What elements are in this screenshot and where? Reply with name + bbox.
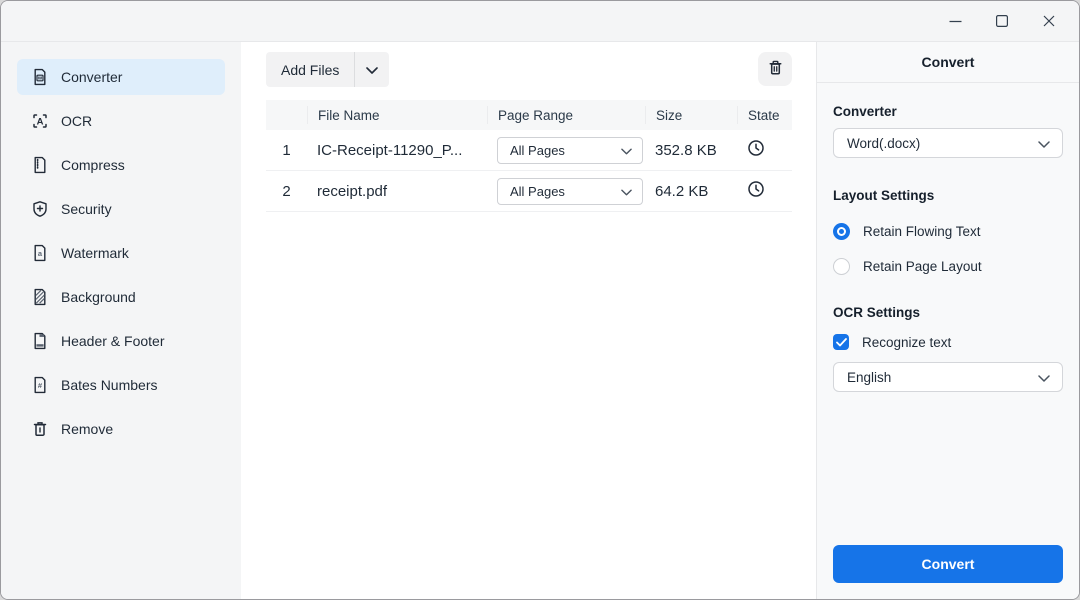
chevron-down-icon: [621, 184, 632, 199]
sidebar-item-security[interactable]: Security: [17, 191, 225, 227]
close-icon: [1043, 15, 1055, 27]
minimize-icon: [949, 15, 962, 28]
convert-settings-panel: Convert Converter Word(.docx) Layout Set…: [816, 42, 1079, 599]
svg-text:a: a: [38, 249, 43, 258]
row-state: [737, 139, 792, 161]
sidebar-item-label: Bates Numbers: [61, 377, 158, 393]
row-state: [737, 180, 792, 202]
panel-title: Convert: [817, 42, 1079, 83]
maximize-icon: [996, 15, 1008, 27]
svg-text:#: #: [38, 381, 43, 390]
sidebar-item-label: Security: [61, 201, 112, 217]
add-files-split-button[interactable]: Add Files: [266, 52, 390, 87]
add-files-label[interactable]: Add Files: [266, 52, 354, 87]
radio-label: Retain Page Layout: [863, 259, 982, 274]
row-index: 1: [282, 141, 291, 159]
app-window: w Converter A OCR Compress Security a Wa…: [0, 0, 1080, 600]
radio-label: Retain Flowing Text: [863, 224, 981, 239]
sidebar-item-label: OCR: [61, 113, 93, 129]
pending-clock-icon: [747, 139, 765, 161]
delete-files-button[interactable]: [758, 52, 792, 86]
file-toolbar: Add Files: [241, 42, 816, 87]
svg-text:w: w: [37, 76, 43, 82]
chevron-down-icon: [1038, 370, 1050, 385]
page-range-value: All Pages: [510, 142, 565, 158]
row-page-range-cell: All Pages: [487, 136, 645, 164]
titlebar: [1, 1, 1079, 42]
header-file-name: File Name: [307, 106, 487, 124]
sidebar: w Converter A OCR Compress Security a Wa…: [1, 42, 241, 599]
trash-icon: [766, 58, 785, 80]
header-page-range: Page Range: [487, 106, 645, 124]
radio-unselected-icon[interactable]: [833, 258, 850, 275]
sidebar-item-watermark[interactable]: a Watermark: [17, 235, 225, 271]
sidebar-item-label: Converter: [61, 69, 123, 85]
sidebar-item-header-footer[interactable]: Header & Footer: [17, 323, 225, 359]
ocr-scan-icon: A: [30, 111, 50, 131]
zip-document-icon: [30, 155, 50, 175]
background-document-icon: [30, 287, 50, 307]
page-range-select[interactable]: All Pages: [497, 136, 643, 164]
watermark-document-icon: a: [30, 243, 50, 263]
header-index: [266, 106, 307, 124]
convert-button[interactable]: Convert: [833, 545, 1063, 583]
converter-format-value: Word(.docx): [847, 135, 921, 151]
header-size: Size: [645, 106, 737, 124]
row-size: 352.8 KB: [655, 141, 717, 159]
sidebar-item-ocr[interactable]: A OCR: [17, 103, 225, 139]
page-range-value: All Pages: [510, 183, 565, 199]
chevron-down-icon: [366, 62, 379, 77]
sidebar-item-label: Background: [61, 289, 136, 305]
ocr-language-select[interactable]: English: [833, 362, 1063, 392]
ocr-settings-label: OCR Settings: [833, 305, 921, 320]
word-document-icon: w: [30, 67, 50, 87]
file-list-area: Add Files File Name Page Range Size Stat…: [241, 42, 816, 599]
maximize-button[interactable]: [985, 6, 1019, 36]
svg-text:A: A: [37, 117, 44, 128]
minimize-button[interactable]: [938, 6, 972, 36]
row-page-range-cell: All Pages: [487, 177, 645, 205]
table-row[interactable]: 1 IC-Receipt-11290_P... All Pages 352.8 …: [266, 130, 792, 171]
row-index: 2: [282, 182, 291, 200]
bates-numbers-document-icon: #: [30, 375, 50, 395]
chevron-down-icon: [1038, 136, 1050, 151]
trash-icon: [30, 419, 50, 439]
header-state: State: [737, 106, 792, 124]
converter-section-label: Converter: [833, 104, 897, 119]
row-file-name: receipt.pdf: [317, 182, 388, 200]
sidebar-item-compress[interactable]: Compress: [17, 147, 225, 183]
row-size: 64.2 KB: [655, 182, 709, 200]
sidebar-item-label: Watermark: [61, 245, 129, 261]
shield-plus-icon: [30, 199, 50, 219]
file-table-header: File Name Page Range Size State: [266, 100, 792, 130]
ocr-language-value: English: [847, 369, 892, 385]
close-button[interactable]: [1032, 6, 1066, 36]
converter-format-select[interactable]: Word(.docx): [833, 128, 1063, 158]
sidebar-item-label: Compress: [61, 157, 125, 173]
chevron-down-icon: [621, 143, 632, 158]
sidebar-item-label: Remove: [61, 421, 114, 437]
layout-settings-label: Layout Settings: [833, 188, 935, 203]
page-range-select[interactable]: All Pages: [497, 177, 643, 205]
sidebar-item-label: Header & Footer: [61, 333, 165, 349]
radio-retain-page-layout[interactable]: Retain Page Layout: [833, 258, 1063, 275]
sidebar-item-converter[interactable]: w Converter: [17, 59, 225, 95]
recognize-text-option[interactable]: Recognize text: [833, 334, 1063, 350]
sidebar-item-remove[interactable]: Remove: [17, 411, 225, 447]
table-row[interactable]: 2 receipt.pdf All Pages 64.2 KB: [266, 171, 792, 212]
add-files-menu-arrow[interactable]: [355, 52, 389, 87]
radio-retain-flowing-text[interactable]: Retain Flowing Text: [833, 223, 1063, 240]
pending-clock-icon: [747, 180, 765, 202]
row-file-name: IC-Receipt-11290_P...: [317, 141, 463, 159]
recognize-text-label: Recognize text: [862, 334, 952, 350]
radio-selected-icon[interactable]: [833, 223, 850, 240]
sidebar-item-bates-numbers[interactable]: # Bates Numbers: [17, 367, 225, 403]
file-table: File Name Page Range Size State 1 IC-Rec…: [266, 100, 792, 212]
sidebar-item-background[interactable]: Background: [17, 279, 225, 315]
header-footer-document-icon: [30, 331, 50, 351]
checkbox-checked-icon[interactable]: [833, 334, 849, 350]
